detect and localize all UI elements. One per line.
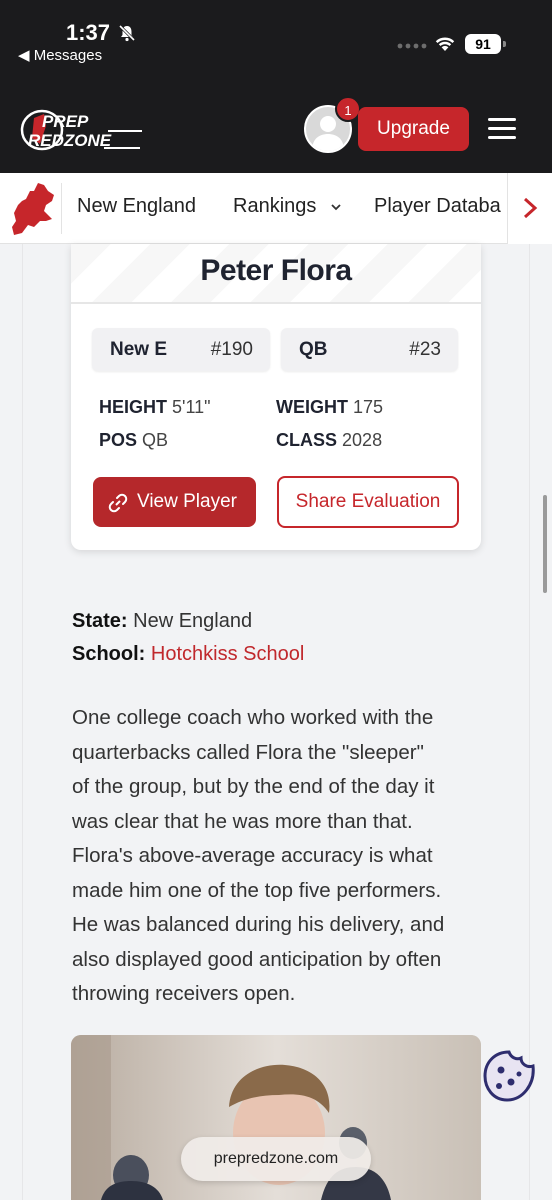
position-stat: POS QB	[99, 430, 168, 451]
new-england-map-icon[interactable]	[8, 181, 58, 237]
prepredzone-logo[interactable]: PREP REDZONE	[20, 108, 144, 152]
region-nav: New England Rankings Player Databa	[0, 173, 552, 244]
nav-item-new-england[interactable]: New England	[77, 195, 196, 218]
state-line: State: New England	[72, 610, 252, 633]
position-rank-box: QB #23	[281, 328, 458, 371]
battery-indicator: 91	[465, 34, 506, 54]
chevron-down-icon	[331, 204, 341, 210]
state-value: New England	[133, 610, 253, 632]
state-rank-label: New E	[110, 339, 168, 360]
evaluation-line: One college coach who worked with the	[72, 706, 434, 729]
upgrade-button[interactable]: Upgrade	[358, 107, 469, 151]
nav-divider	[61, 183, 62, 234]
position-rank-value: #23	[409, 339, 441, 360]
back-to-messages[interactable]: ◀ Messages	[18, 46, 102, 64]
evaluation-text: One college coach who worked with the qu…	[72, 701, 492, 1012]
school-label: School:	[72, 643, 146, 665]
school-line: School: Hotchkiss School	[72, 643, 304, 666]
state-rank-value: #190	[210, 339, 253, 360]
cellular-signal-icon	[397, 43, 427, 49]
height-value: 5'11"	[172, 397, 211, 417]
evaluation-line: Flora's above-average accuracy is what	[72, 844, 433, 867]
menu-icon[interactable]	[488, 118, 516, 140]
view-player-label: View Player	[137, 491, 237, 512]
evaluation-line: of the group, but by the end of the day …	[72, 775, 435, 798]
nav-item-player-database[interactable]: Player Databa	[374, 195, 507, 218]
app-header: 1:37 ◀ Messages 91 PREP REDZONE 1 Upgrad…	[0, 0, 552, 173]
nav-item-rankings[interactable]: Rankings	[233, 195, 342, 218]
evaluation-line: made him one of the top five performers.	[72, 878, 442, 902]
class-label: CLASS	[276, 430, 338, 450]
player-name: Peter Flora	[200, 254, 352, 287]
school-link[interactable]: Hotchkiss School	[151, 643, 304, 665]
player-card-header: Peter Flora	[71, 244, 481, 304]
status-time: 1:37	[66, 20, 111, 45]
nav-scroll-right-button[interactable]	[507, 173, 552, 244]
bell-slash-icon	[118, 24, 136, 42]
class-stat: CLASS 2028	[276, 430, 382, 451]
class-value: 2028	[342, 430, 383, 450]
weight-value: 175	[353, 397, 384, 417]
view-player-button[interactable]: View Player	[93, 477, 256, 527]
weight-stat: WEIGHT 175	[276, 397, 383, 418]
weight-label: WEIGHT	[276, 397, 348, 417]
evaluation-line: also displayed good anticipation by ofte…	[72, 947, 442, 971]
evaluation-line: He was balanced during his delivery, and	[72, 913, 445, 936]
state-rank-box: New E #190	[92, 328, 270, 371]
chevron-right-icon	[523, 197, 538, 219]
player-card: Peter Flora New E #190 QB #23 HEIGHT 5'1…	[71, 244, 481, 550]
cookie-icon[interactable]	[481, 1048, 537, 1104]
link-icon	[108, 493, 128, 513]
browser-url-bar[interactable]: prepredzone.com	[181, 1137, 371, 1181]
nav-item-rankings-label: Rankings	[233, 195, 317, 217]
position-label: POS	[99, 430, 138, 450]
position-rank-label: QB	[299, 339, 328, 360]
height-label: HEIGHT	[99, 397, 168, 417]
wifi-icon	[435, 37, 455, 51]
position-value: QB	[142, 430, 169, 450]
evaluation-line: quarterbacks called Flora the "sleeper"	[72, 740, 424, 764]
share-evaluation-button[interactable]: Share Evaluation	[277, 476, 459, 528]
svg-text:REDZONE: REDZONE	[28, 131, 112, 150]
svg-text:PREP: PREP	[42, 112, 89, 131]
height-stat: HEIGHT 5'11"	[99, 397, 211, 418]
evaluation-line: was clear that he was more than that.	[72, 809, 413, 833]
state-label: State:	[72, 610, 128, 632]
evaluation-line: throwing receivers open.	[72, 982, 296, 1005]
page-scrollbar[interactable]	[543, 495, 547, 593]
